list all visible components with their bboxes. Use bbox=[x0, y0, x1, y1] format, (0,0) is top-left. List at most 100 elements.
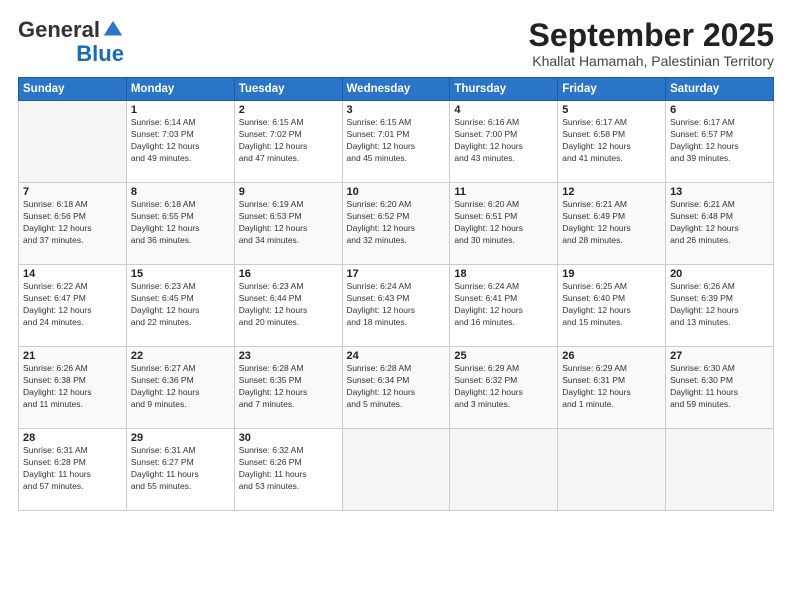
day-info: Sunrise: 6:24 AM Sunset: 6:41 PM Dayligh… bbox=[454, 281, 553, 329]
title-block: September 2025 Khallat Hamamah, Palestin… bbox=[529, 18, 774, 69]
table-row: 18Sunrise: 6:24 AM Sunset: 6:41 PM Dayli… bbox=[450, 265, 558, 347]
table-row: 9Sunrise: 6:19 AM Sunset: 6:53 PM Daylig… bbox=[234, 183, 342, 265]
day-number: 11 bbox=[454, 186, 553, 198]
day-info: Sunrise: 6:27 AM Sunset: 6:36 PM Dayligh… bbox=[131, 363, 230, 411]
col-friday: Friday bbox=[558, 78, 666, 101]
table-row bbox=[450, 429, 558, 511]
logo-icon bbox=[102, 19, 124, 41]
table-row: 3Sunrise: 6:15 AM Sunset: 7:01 PM Daylig… bbox=[342, 101, 450, 183]
day-info: Sunrise: 6:15 AM Sunset: 7:02 PM Dayligh… bbox=[239, 117, 338, 165]
day-number: 15 bbox=[131, 268, 230, 280]
day-number: 3 bbox=[347, 104, 446, 116]
day-number: 4 bbox=[454, 104, 553, 116]
table-row: 24Sunrise: 6:28 AM Sunset: 6:34 PM Dayli… bbox=[342, 347, 450, 429]
day-info: Sunrise: 6:20 AM Sunset: 6:52 PM Dayligh… bbox=[347, 199, 446, 247]
col-thursday: Thursday bbox=[450, 78, 558, 101]
logo: General Blue bbox=[18, 18, 124, 66]
day-number: 5 bbox=[562, 104, 661, 116]
table-row: 17Sunrise: 6:24 AM Sunset: 6:43 PM Dayli… bbox=[342, 265, 450, 347]
table-row: 7Sunrise: 6:18 AM Sunset: 6:56 PM Daylig… bbox=[19, 183, 127, 265]
table-row: 6Sunrise: 6:17 AM Sunset: 6:57 PM Daylig… bbox=[666, 101, 774, 183]
table-row: 11Sunrise: 6:20 AM Sunset: 6:51 PM Dayli… bbox=[450, 183, 558, 265]
day-number: 19 bbox=[562, 268, 661, 280]
day-info: Sunrise: 6:17 AM Sunset: 6:57 PM Dayligh… bbox=[670, 117, 769, 165]
table-row bbox=[558, 429, 666, 511]
calendar-table: Sunday Monday Tuesday Wednesday Thursday… bbox=[18, 77, 774, 511]
day-number: 18 bbox=[454, 268, 553, 280]
table-row: 16Sunrise: 6:23 AM Sunset: 6:44 PM Dayli… bbox=[234, 265, 342, 347]
day-number: 7 bbox=[23, 186, 122, 198]
header: General Blue September 2025 Khallat Hama… bbox=[18, 18, 774, 69]
day-number: 16 bbox=[239, 268, 338, 280]
col-saturday: Saturday bbox=[666, 78, 774, 101]
calendar-week-row: 21Sunrise: 6:26 AM Sunset: 6:38 PM Dayli… bbox=[19, 347, 774, 429]
day-number: 9 bbox=[239, 186, 338, 198]
table-row: 8Sunrise: 6:18 AM Sunset: 6:55 PM Daylig… bbox=[126, 183, 234, 265]
day-number: 13 bbox=[670, 186, 769, 198]
table-row: 12Sunrise: 6:21 AM Sunset: 6:49 PM Dayli… bbox=[558, 183, 666, 265]
day-number: 27 bbox=[670, 350, 769, 362]
day-info: Sunrise: 6:29 AM Sunset: 6:32 PM Dayligh… bbox=[454, 363, 553, 411]
calendar-week-row: 28Sunrise: 6:31 AM Sunset: 6:28 PM Dayli… bbox=[19, 429, 774, 511]
table-row: 29Sunrise: 6:31 AM Sunset: 6:27 PM Dayli… bbox=[126, 429, 234, 511]
day-info: Sunrise: 6:14 AM Sunset: 7:03 PM Dayligh… bbox=[131, 117, 230, 165]
day-number: 24 bbox=[347, 350, 446, 362]
day-number: 10 bbox=[347, 186, 446, 198]
day-info: Sunrise: 6:24 AM Sunset: 6:43 PM Dayligh… bbox=[347, 281, 446, 329]
col-tuesday: Tuesday bbox=[234, 78, 342, 101]
table-row: 23Sunrise: 6:28 AM Sunset: 6:35 PM Dayli… bbox=[234, 347, 342, 429]
table-row: 4Sunrise: 6:16 AM Sunset: 7:00 PM Daylig… bbox=[450, 101, 558, 183]
day-info: Sunrise: 6:19 AM Sunset: 6:53 PM Dayligh… bbox=[239, 199, 338, 247]
col-sunday: Sunday bbox=[19, 78, 127, 101]
day-info: Sunrise: 6:18 AM Sunset: 6:56 PM Dayligh… bbox=[23, 199, 122, 247]
day-number: 20 bbox=[670, 268, 769, 280]
table-row bbox=[342, 429, 450, 511]
table-row: 1Sunrise: 6:14 AM Sunset: 7:03 PM Daylig… bbox=[126, 101, 234, 183]
day-info: Sunrise: 6:31 AM Sunset: 6:27 PM Dayligh… bbox=[131, 445, 230, 493]
table-row: 27Sunrise: 6:30 AM Sunset: 6:30 PM Dayli… bbox=[666, 347, 774, 429]
table-row: 26Sunrise: 6:29 AM Sunset: 6:31 PM Dayli… bbox=[558, 347, 666, 429]
day-info: Sunrise: 6:25 AM Sunset: 6:40 PM Dayligh… bbox=[562, 281, 661, 329]
calendar-body: 1Sunrise: 6:14 AM Sunset: 7:03 PM Daylig… bbox=[19, 101, 774, 511]
day-number: 8 bbox=[131, 186, 230, 198]
day-info: Sunrise: 6:28 AM Sunset: 6:34 PM Dayligh… bbox=[347, 363, 446, 411]
day-number: 22 bbox=[131, 350, 230, 362]
day-info: Sunrise: 6:29 AM Sunset: 6:31 PM Dayligh… bbox=[562, 363, 661, 411]
table-row: 25Sunrise: 6:29 AM Sunset: 6:32 PM Dayli… bbox=[450, 347, 558, 429]
day-info: Sunrise: 6:21 AM Sunset: 6:48 PM Dayligh… bbox=[670, 199, 769, 247]
table-row: 10Sunrise: 6:20 AM Sunset: 6:52 PM Dayli… bbox=[342, 183, 450, 265]
table-row: 14Sunrise: 6:22 AM Sunset: 6:47 PM Dayli… bbox=[19, 265, 127, 347]
col-wednesday: Wednesday bbox=[342, 78, 450, 101]
table-row bbox=[666, 429, 774, 511]
day-number: 1 bbox=[131, 104, 230, 116]
table-row: 21Sunrise: 6:26 AM Sunset: 6:38 PM Dayli… bbox=[19, 347, 127, 429]
day-info: Sunrise: 6:23 AM Sunset: 6:44 PM Dayligh… bbox=[239, 281, 338, 329]
day-number: 29 bbox=[131, 432, 230, 444]
table-row: 30Sunrise: 6:32 AM Sunset: 6:26 PM Dayli… bbox=[234, 429, 342, 511]
day-info: Sunrise: 6:26 AM Sunset: 6:39 PM Dayligh… bbox=[670, 281, 769, 329]
day-number: 30 bbox=[239, 432, 338, 444]
day-number: 21 bbox=[23, 350, 122, 362]
day-number: 17 bbox=[347, 268, 446, 280]
day-number: 28 bbox=[23, 432, 122, 444]
page: General Blue September 2025 Khallat Hama… bbox=[0, 0, 792, 612]
day-info: Sunrise: 6:16 AM Sunset: 7:00 PM Dayligh… bbox=[454, 117, 553, 165]
day-number: 25 bbox=[454, 350, 553, 362]
table-row bbox=[19, 101, 127, 183]
col-monday: Monday bbox=[126, 78, 234, 101]
logo-blue: Blue bbox=[76, 42, 124, 66]
table-row: 20Sunrise: 6:26 AM Sunset: 6:39 PM Dayli… bbox=[666, 265, 774, 347]
logo-general: General bbox=[18, 18, 100, 42]
table-row: 28Sunrise: 6:31 AM Sunset: 6:28 PM Dayli… bbox=[19, 429, 127, 511]
day-number: 2 bbox=[239, 104, 338, 116]
day-info: Sunrise: 6:26 AM Sunset: 6:38 PM Dayligh… bbox=[23, 363, 122, 411]
day-number: 23 bbox=[239, 350, 338, 362]
day-info: Sunrise: 6:32 AM Sunset: 6:26 PM Dayligh… bbox=[239, 445, 338, 493]
day-info: Sunrise: 6:15 AM Sunset: 7:01 PM Dayligh… bbox=[347, 117, 446, 165]
table-row: 2Sunrise: 6:15 AM Sunset: 7:02 PM Daylig… bbox=[234, 101, 342, 183]
calendar-week-row: 14Sunrise: 6:22 AM Sunset: 6:47 PM Dayli… bbox=[19, 265, 774, 347]
day-info: Sunrise: 6:20 AM Sunset: 6:51 PM Dayligh… bbox=[454, 199, 553, 247]
day-info: Sunrise: 6:18 AM Sunset: 6:55 PM Dayligh… bbox=[131, 199, 230, 247]
day-info: Sunrise: 6:21 AM Sunset: 6:49 PM Dayligh… bbox=[562, 199, 661, 247]
table-row: 13Sunrise: 6:21 AM Sunset: 6:48 PM Dayli… bbox=[666, 183, 774, 265]
